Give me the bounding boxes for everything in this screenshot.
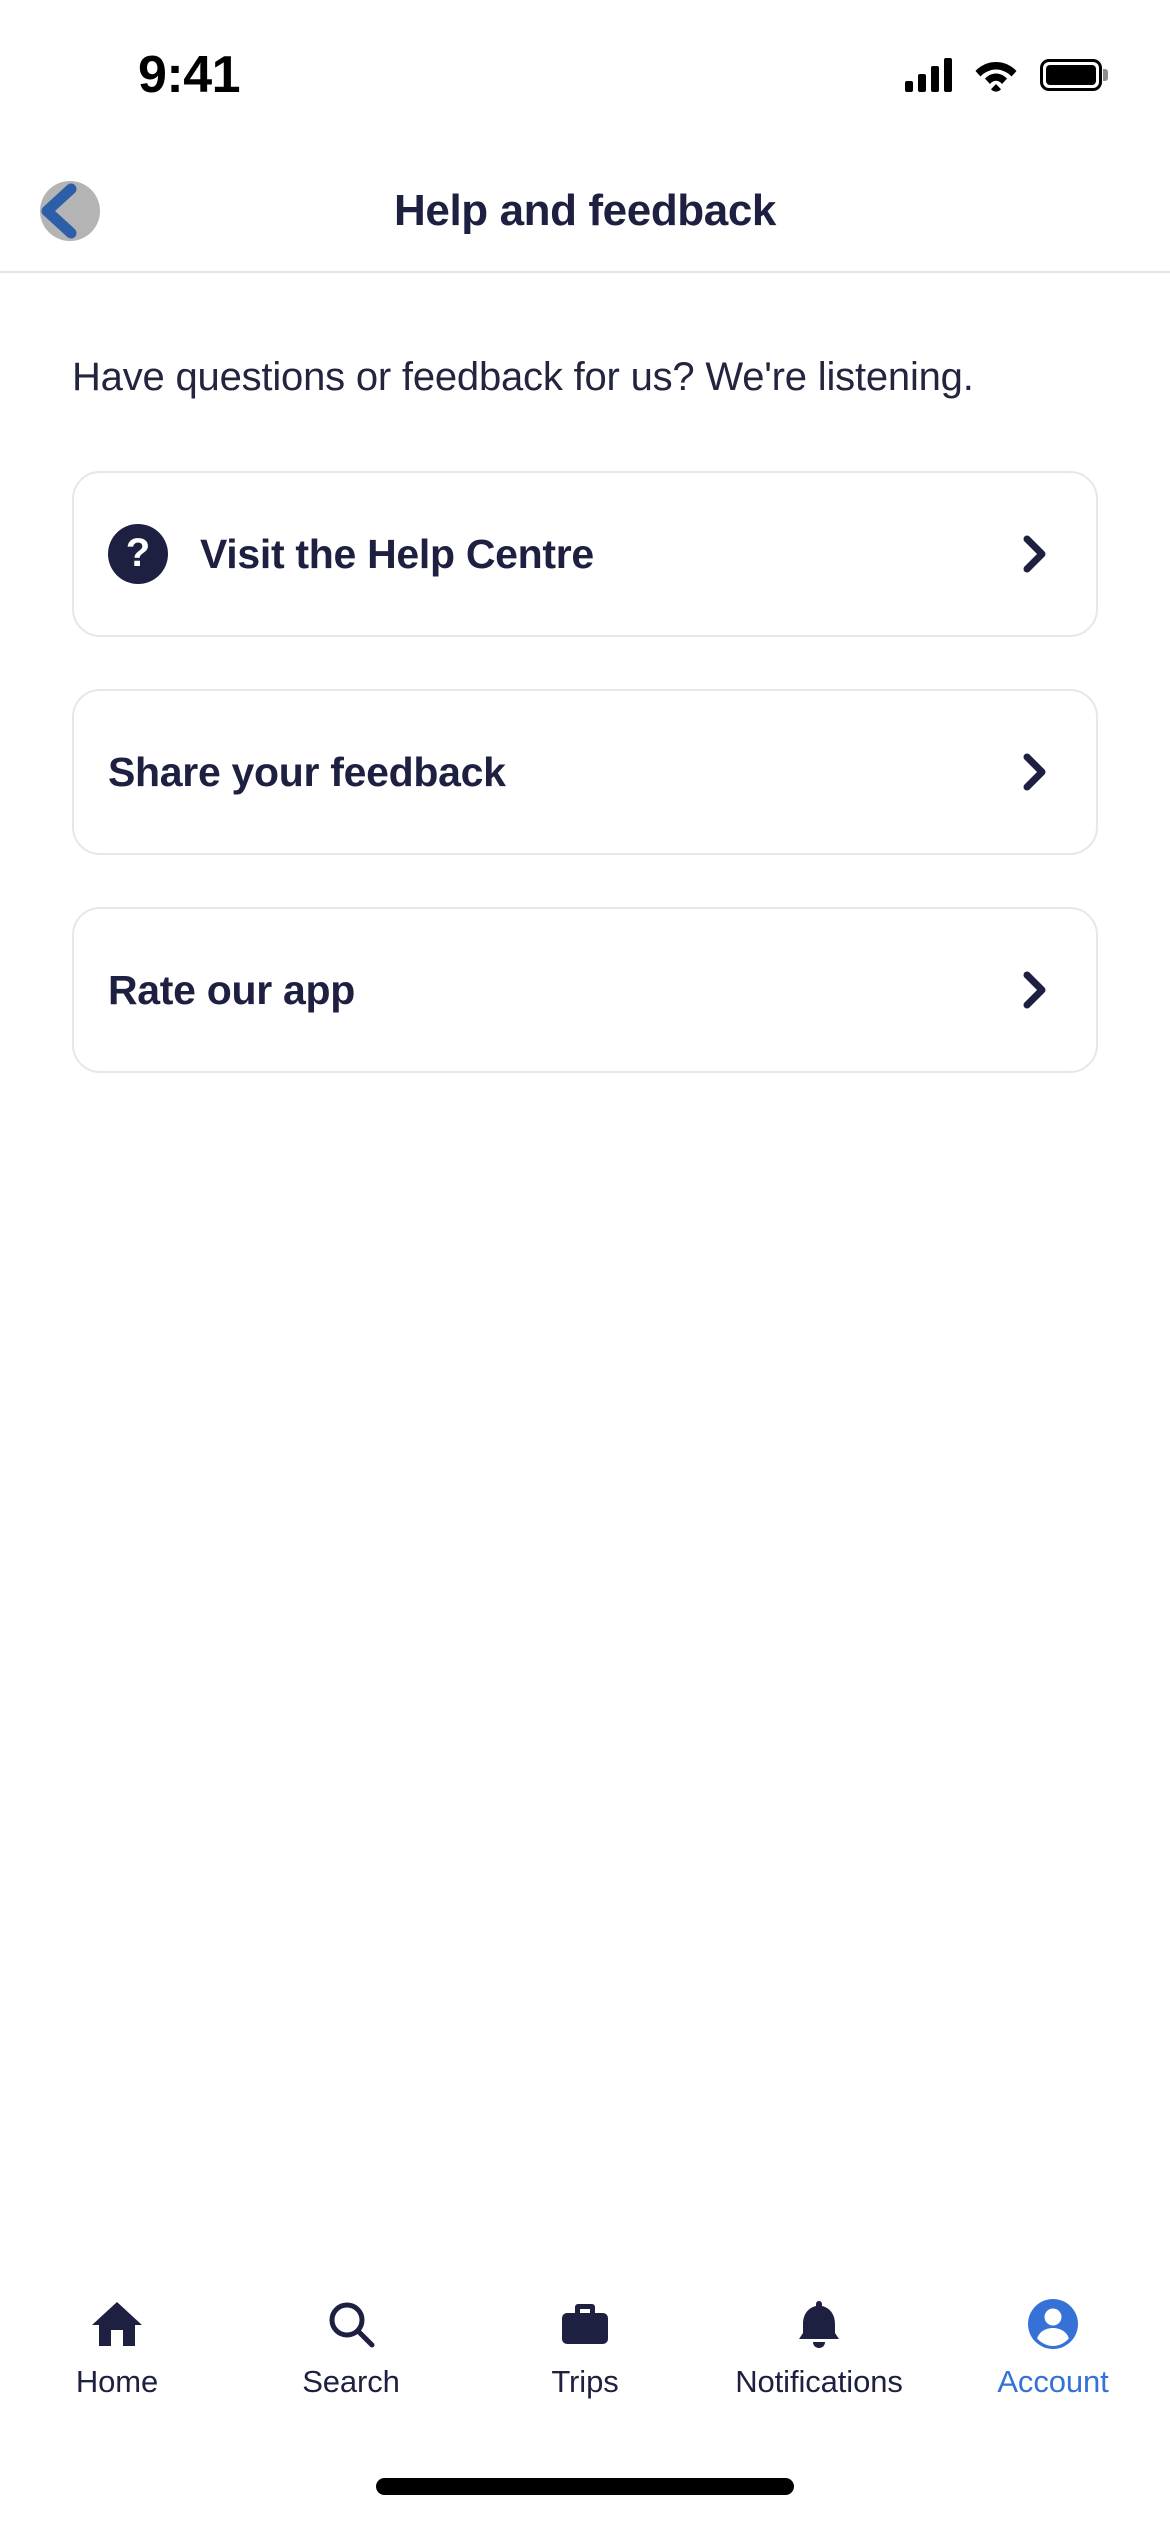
help-options-list: ? Visit the Help Centre Share your feedb… [72,471,1098,1073]
home-icon [91,2298,143,2350]
page-content: Have questions or feedback for us? We're… [0,273,1170,2280]
account-circle-icon [1027,2298,1079,2350]
tab-notifications[interactable]: Notifications [702,2298,936,2400]
intro-text: Have questions or feedback for us? We're… [72,355,974,399]
tab-search[interactable]: Search [234,2298,468,2400]
page-title: Help and feedback [394,185,776,235]
help-centre-card-label: Visit the Help Centre [200,530,594,577]
wifi-icon [974,58,1018,92]
nav-header: Help and feedback [0,150,1170,273]
chevron-right-icon [1008,528,1060,580]
home-indicator[interactable] [376,2477,794,2495]
battery-full-icon [1040,59,1102,91]
tab-account-label: Account [997,2364,1109,2399]
share-feedback-card-label: Share your feedback [108,748,506,795]
rate-app-card[interactable]: Rate our app [72,907,1098,1073]
tab-notifications-label: Notifications [735,2364,903,2399]
bell-icon [795,2298,843,2350]
chevron-right-icon [1008,746,1060,798]
tab-home[interactable]: Home [0,2298,234,2400]
status-bar-time: 9:41 [138,46,241,104]
tab-search-label: Search [302,2364,400,2399]
chevron-right-icon [1008,964,1060,1016]
tab-account[interactable]: Account [936,2298,1170,2400]
tab-trips-label: Trips [551,2364,619,2399]
tab-trips[interactable]: Trips [468,2298,702,2400]
app-screen: 9:41 Help and feedback Have questions or… [0,0,1170,2532]
question-mark-glyph: ? [108,524,168,584]
search-icon [326,2298,376,2350]
status-bar-icons [905,58,1102,92]
home-indicator-area [0,2440,1170,2532]
tab-home-label: Home [75,2364,159,2399]
status-bar: 9:41 [0,0,1170,150]
back-button[interactable] [18,169,102,253]
signal-bars-icon [905,58,952,92]
rate-app-card-label: Rate our app [108,966,355,1013]
question-mark-circle-icon: ? [108,524,168,584]
bottom-tab-bar: Home Search Trips Notifications Account [0,2280,1170,2440]
chevron-left-icon [41,183,77,238]
help-centre-card[interactable]: ? Visit the Help Centre [72,471,1098,637]
briefcase-icon [560,2298,610,2350]
share-feedback-card[interactable]: Share your feedback [72,689,1098,855]
